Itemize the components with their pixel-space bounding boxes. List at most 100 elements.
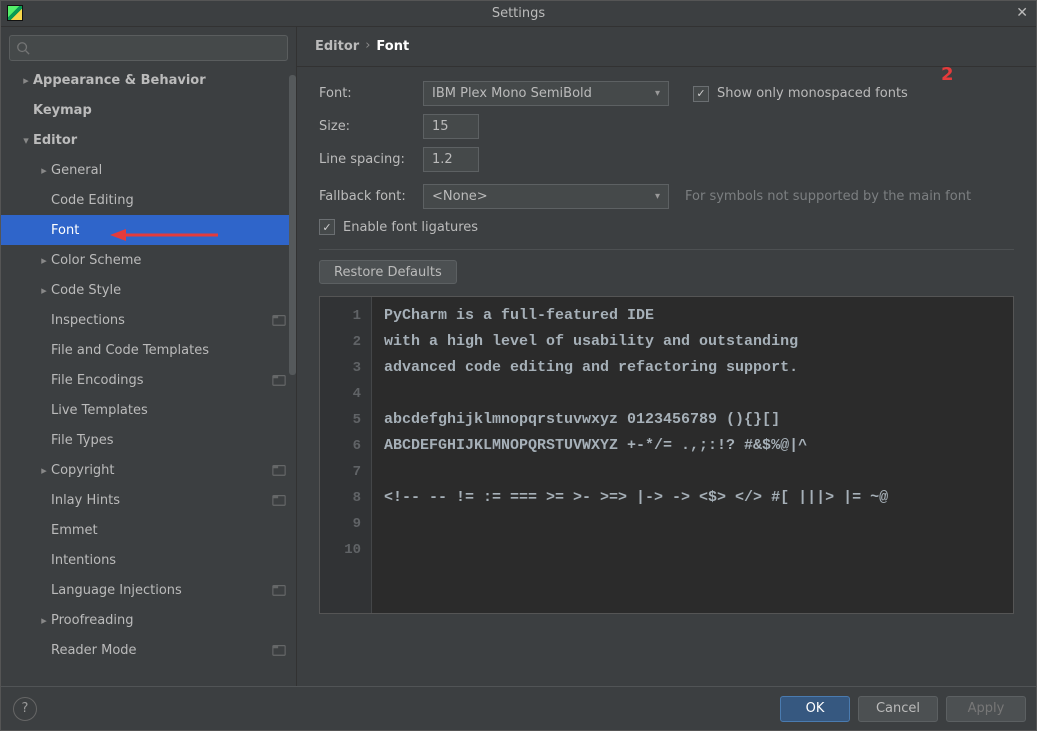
preview-line: [384, 459, 1001, 485]
preview-line: [384, 537, 1001, 563]
chevron-right-icon: ▸: [37, 464, 51, 477]
sidebar-item-emmet[interactable]: Emmet: [1, 515, 296, 545]
sidebar-item-inspections[interactable]: Inspections: [1, 305, 296, 335]
ok-button[interactable]: OK: [780, 696, 850, 722]
chevron-down-icon: ▾: [655, 88, 660, 99]
checkbox-icon-checked: ✓: [319, 219, 335, 235]
line-number: 7: [320, 459, 361, 485]
sidebar-item-label: Code Style: [51, 283, 296, 298]
sidebar-item-label: Inlay Hints: [51, 493, 272, 508]
sidebar-item-file-and-code-templates[interactable]: File and Code Templates: [1, 335, 296, 365]
project-level-icon: [272, 583, 286, 597]
sidebar-item-label: Intentions: [51, 553, 296, 568]
sidebar-item-label: File and Code Templates: [51, 343, 296, 358]
line-number: 8: [320, 485, 361, 511]
sidebar-item-label: Inspections: [51, 313, 272, 328]
sidebar-item-inlay-hints[interactable]: Inlay Hints: [1, 485, 296, 515]
line-number: 10: [320, 537, 361, 563]
sidebar-item-live-templates[interactable]: Live Templates: [1, 395, 296, 425]
fallback-value: <None>: [432, 189, 488, 204]
size-input[interactable]: 15: [423, 114, 479, 139]
fallback-select[interactable]: <None> ▾: [423, 184, 669, 209]
project-level-icon: [272, 643, 286, 657]
line-spacing-input[interactable]: 1.2: [423, 147, 479, 172]
font-preview: 12345678910 PyCharm is a full-featured I…: [319, 296, 1014, 614]
preview-line: ABCDEFGHIJKLMNOPQRSTUVWXYZ +-*/= .,;:!? …: [384, 433, 1001, 459]
sidebar-item-code-style[interactable]: ▸Code Style: [1, 275, 296, 305]
font-select[interactable]: IBM Plex Mono SemiBold ▾: [423, 81, 669, 106]
breadcrumb-root[interactable]: Editor: [315, 39, 359, 54]
preview-line: [384, 511, 1001, 537]
settings-tree[interactable]: ▸Appearance & BehaviorKeymap▾Editor▸Gene…: [1, 65, 296, 686]
separator: [319, 249, 1014, 250]
sidebar-item-editor[interactable]: ▾Editor: [1, 125, 296, 155]
footer: ? OK Cancel Apply: [1, 686, 1036, 730]
restore-defaults-button[interactable]: Restore Defaults: [319, 260, 457, 284]
main-panel: Editor › Font 2 Font: IBM Plex Mono Semi…: [297, 27, 1036, 686]
help-button[interactable]: ?: [13, 697, 37, 721]
tree-scrollbar[interactable]: [289, 65, 296, 686]
sidebar-item-label: Color Scheme: [51, 253, 296, 268]
ligatures-label: Enable font ligatures: [343, 220, 478, 235]
preview-gutter: 12345678910: [320, 297, 372, 613]
font-select-value: IBM Plex Mono SemiBold: [432, 86, 592, 101]
annotation-number: 2: [941, 67, 954, 85]
chevron-right-icon: ▸: [37, 614, 51, 627]
fallback-label: Fallback font:: [319, 189, 423, 204]
sidebar-item-label: Language Injections: [51, 583, 272, 598]
line-number: 5: [320, 407, 361, 433]
chevron-down-icon: ▾: [19, 134, 33, 147]
show-mono-checkbox[interactable]: ✓ Show only monospaced fonts: [693, 86, 908, 102]
project-level-icon: [272, 373, 286, 387]
chevron-right-icon: ›: [365, 38, 370, 53]
sidebar-item-label: General: [51, 163, 296, 178]
sidebar-item-general[interactable]: ▸General: [1, 155, 296, 185]
sidebar-item-color-scheme[interactable]: ▸Color Scheme: [1, 245, 296, 275]
cancel-button[interactable]: Cancel: [858, 696, 938, 722]
line-number: 6: [320, 433, 361, 459]
chevron-down-icon: ▾: [655, 191, 660, 202]
size-label: Size:: [319, 119, 423, 134]
font-label: Font:: [319, 86, 423, 101]
sidebar-item-label: Code Editing: [51, 193, 296, 208]
sidebar-item-appearance-behavior[interactable]: ▸Appearance & Behavior: [1, 65, 296, 95]
close-icon[interactable]: ✕: [1016, 5, 1028, 21]
breadcrumb-leaf: Font: [376, 39, 409, 54]
line-number: 1: [320, 303, 361, 329]
sidebar-item-reader-mode[interactable]: Reader Mode: [1, 635, 296, 665]
sidebar-item-keymap[interactable]: Keymap: [1, 95, 296, 125]
project-level-icon: [272, 313, 286, 327]
settings-window: Settings ✕ ▸Appearance & BehaviorKeymap▾…: [0, 0, 1037, 731]
sidebar-item-label: Font: [51, 223, 296, 238]
sidebar-item-label: File Types: [51, 433, 296, 448]
apply-button[interactable]: Apply: [946, 696, 1026, 722]
search-icon: [16, 41, 30, 55]
chevron-right-icon: ▸: [19, 74, 33, 87]
search-input[interactable]: [9, 35, 288, 61]
sidebar-item-copyright[interactable]: ▸Copyright: [1, 455, 296, 485]
preview-line: PyCharm is a full-featured IDE: [384, 303, 1001, 329]
ligatures-checkbox[interactable]: ✓ Enable font ligatures: [319, 219, 478, 235]
sidebar-item-label: Editor: [33, 133, 296, 148]
preview-code: PyCharm is a full-featured IDEwith a hig…: [372, 297, 1013, 613]
sidebar-item-label: Keymap: [33, 103, 296, 118]
project-level-icon: [272, 463, 286, 477]
sidebar-item-language-injections[interactable]: Language Injections: [1, 575, 296, 605]
sidebar-item-font[interactable]: Font: [1, 215, 296, 245]
sidebar: ▸Appearance & BehaviorKeymap▾Editor▸Gene…: [1, 27, 297, 686]
sidebar-item-intentions[interactable]: Intentions: [1, 545, 296, 575]
breadcrumb: Editor › Font: [297, 27, 1036, 67]
chevron-right-icon: ▸: [37, 164, 51, 177]
window-title: Settings: [492, 6, 545, 21]
line-number: 2: [320, 329, 361, 355]
sidebar-item-code-editing[interactable]: Code Editing: [1, 185, 296, 215]
sidebar-item-label: Proofreading: [51, 613, 296, 628]
line-number: 4: [320, 381, 361, 407]
sidebar-item-label: Appearance & Behavior: [33, 73, 296, 88]
sidebar-item-file-types[interactable]: File Types: [1, 425, 296, 455]
sidebar-item-proofreading[interactable]: ▸Proofreading: [1, 605, 296, 635]
checkbox-icon-checked: ✓: [693, 86, 709, 102]
sidebar-item-file-encodings[interactable]: File Encodings: [1, 365, 296, 395]
preview-line: with a high level of usability and outst…: [384, 329, 1001, 355]
sidebar-item-label: Live Templates: [51, 403, 296, 418]
